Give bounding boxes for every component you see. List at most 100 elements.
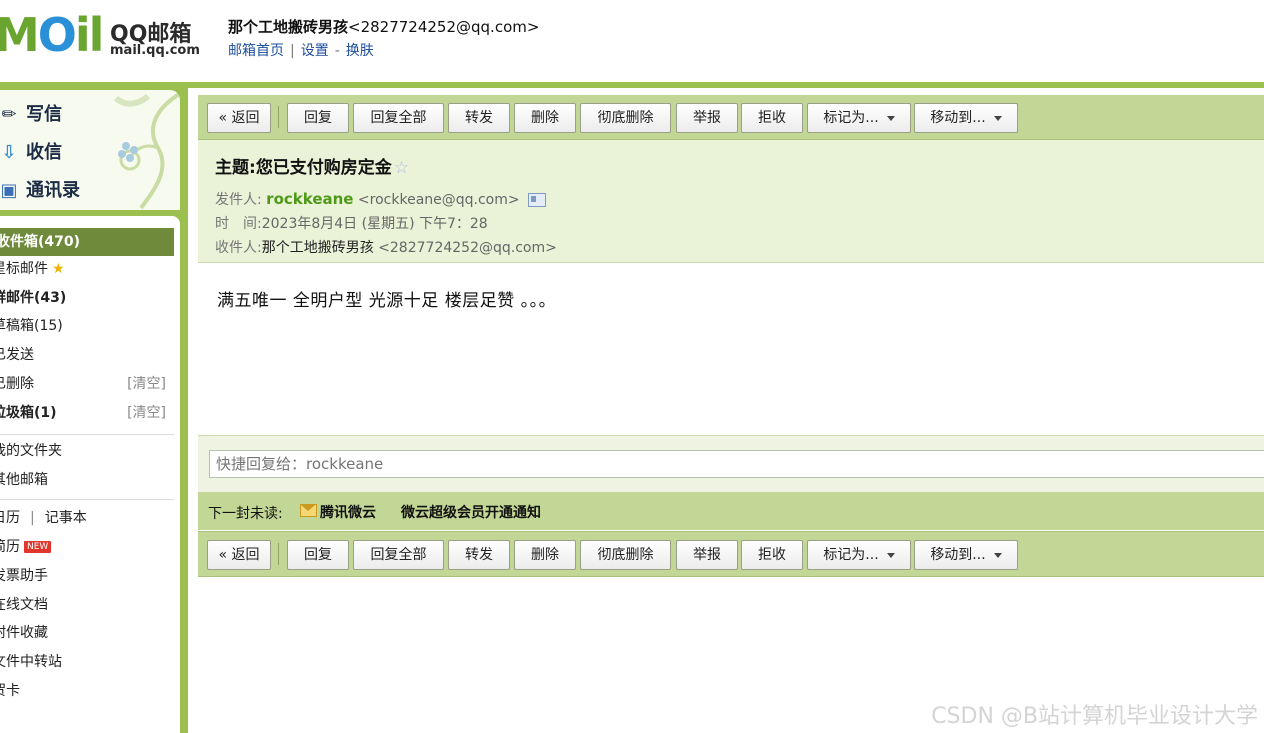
resume-link[interactable]: 简历 NEW (0, 534, 174, 560)
folder-label: 贺卡 (0, 683, 20, 699)
envelope-icon (300, 504, 317, 517)
reply-all-button[interactable]: 回复全部 (353, 103, 444, 133)
folder-label: 其他邮箱 (0, 472, 48, 488)
attachment-favorites-link[interactable]: 附件收藏 (0, 620, 174, 646)
mail-subject: 主题:您已支付购房定金 ☆ (215, 153, 409, 178)
contacts-button[interactable]: ▣ 通讯录 (0, 176, 80, 210)
new-badge: NEW (24, 541, 52, 553)
chevron-down-icon (886, 115, 895, 121)
contact-card-icon: ▣ (0, 180, 18, 201)
mark-as-label: 标记为... (823, 110, 879, 126)
move-to-dropdown[interactable]: 移动到... (914, 540, 1018, 570)
back-button[interactable]: « 返回 (207, 540, 271, 570)
delete-button[interactable]: 删除 (514, 103, 576, 133)
mark-as-dropdown[interactable]: 标记为... (807, 103, 911, 133)
sender-name[interactable]: rockkeane (266, 190, 353, 208)
move-to-label: 移动到... (930, 110, 986, 126)
notepad-link[interactable]: 记事本 (45, 510, 87, 526)
mail-toolbar-top: « 返回 回复 回复全部 转发 删除 彻底删除 举报 拒收 标记为... 移动到… (198, 95, 1264, 140)
empty-spam-link[interactable]: [清空] (127, 400, 166, 426)
file-transfer-link[interactable]: 文件中转站 (0, 649, 174, 675)
contact-card-icon[interactable] (527, 193, 546, 207)
folder-label: 附件收藏 (0, 625, 48, 641)
account-email: <2827724252@qq.com> (348, 18, 540, 36)
folder-drafts[interactable]: 草稿箱(15) (0, 313, 174, 339)
mail-body: 满五唯一 全明户型 光源十足 楼层足赞 。。。 (217, 291, 557, 311)
folder-label: 我的文件夹 (0, 443, 62, 459)
quick-reply-area (198, 435, 1264, 492)
star-icon: ★ (52, 261, 65, 277)
folder-sent[interactable]: 已发送 (0, 342, 174, 368)
recipient-email: <2827724252@qq.com> (378, 240, 557, 256)
folder-deleted[interactable]: 已删除 [清空] (0, 371, 174, 397)
link-separator: | (290, 43, 295, 59)
folder-inbox[interactable]: 收件箱(470) (0, 228, 174, 256)
mark-as-dropdown[interactable]: 标记为... (807, 540, 911, 570)
folder-my-folders[interactable]: 我的文件夹 (0, 438, 174, 464)
chevron-down-icon (993, 552, 1002, 558)
reject-button[interactable]: 拒收 (741, 540, 803, 570)
delete-permanently-button[interactable]: 彻底删除 (580, 540, 671, 570)
delete-button[interactable]: 删除 (514, 540, 576, 570)
write-mail-button[interactable]: ✏ 写信 (0, 100, 62, 134)
chevron-down-icon (993, 115, 1002, 121)
time-label: 时 间: (215, 216, 262, 232)
recipient-name: 那个工地搬砖男孩 (261, 240, 374, 256)
write-label: 写信 (26, 104, 62, 125)
forward-button[interactable]: 转发 (448, 540, 510, 570)
folder-label: 已删除 (0, 376, 34, 392)
star-icon[interactable]: ☆ (394, 158, 409, 178)
greeting-card-link[interactable]: 贺卡 (0, 678, 174, 704)
reply-all-button[interactable]: 回复全部 (353, 540, 444, 570)
folder-other-mailboxes[interactable]: 其他邮箱 (0, 467, 174, 493)
folder-group-mail[interactable]: 群邮件(43) (0, 285, 174, 311)
folder-label: 文件中转站 (0, 654, 62, 670)
sent-time: 2023年8月4日 (星期五) 下午7：28 (261, 216, 488, 232)
calendar-link[interactable]: 日历 (0, 510, 20, 526)
online-docs-link[interactable]: 在线文档 (0, 592, 174, 618)
next-unread-label: 下一封未读: (208, 506, 283, 522)
next-unread-subject[interactable]: 微云超级会员开通通知 (401, 502, 541, 522)
toolbar-separator (278, 543, 279, 565)
account-name: 那个工地搬砖男孩<2827724252@qq.com> (228, 16, 539, 37)
folder-label: 发票助手 (0, 568, 48, 584)
report-button[interactable]: 举报 (676, 540, 738, 570)
logo-domain: mail.qq.com (110, 43, 200, 58)
report-button[interactable]: 举报 (676, 103, 738, 133)
empty-deleted-link[interactable]: [清空] (127, 371, 166, 397)
next-unread-sender[interactable]: 腾讯微云 (320, 502, 376, 522)
calendar-notes-row: 日历 | 记事本 (0, 505, 174, 531)
folder-list: 收件箱(470) 星标邮件★ 群邮件(43) 草稿箱(15) 已发送 已删除 [清… (0, 216, 180, 733)
qq-mail-logo[interactable]: MOil QQ邮箱 mail.qq.com (0, 8, 204, 66)
reply-button[interactable]: 回复 (287, 540, 349, 570)
reply-button[interactable]: 回复 (287, 103, 349, 133)
mail-header: 主题:您已支付购房定金 ☆ 发件人: rockkeane <rockkeane@q… (198, 140, 1264, 263)
receive-label: 收信 (26, 142, 62, 163)
delete-permanently-button[interactable]: 彻底删除 (580, 103, 671, 133)
link-separator: - (334, 43, 340, 59)
forward-button[interactable]: 转发 (448, 103, 510, 133)
folder-starred[interactable]: 星标邮件★ (0, 256, 174, 282)
toolbar-separator (278, 106, 279, 128)
folder-label: 星标邮件 (0, 261, 48, 277)
sender-email: <rockkeane@qq.com> (357, 192, 520, 208)
reject-button[interactable]: 拒收 (741, 103, 803, 133)
mail-home-link[interactable]: 邮箱首页 (228, 43, 284, 59)
next-unread-bar: 下一封未读: 腾讯微云 微云超级会员开通通知 (198, 492, 1264, 530)
folder-divider (0, 499, 174, 500)
back-button[interactable]: « 返回 (207, 103, 271, 133)
move-to-label: 移动到... (930, 547, 986, 563)
move-to-dropdown[interactable]: 移动到... (914, 103, 1018, 133)
logo-mark: MOil (0, 8, 104, 62)
settings-link[interactable]: 设置 (301, 43, 329, 59)
top-links: 邮箱首页 | 设置 - 换肤 (228, 40, 374, 60)
contacts-label: 通讯录 (26, 180, 80, 201)
mark-as-label: 标记为... (823, 547, 879, 563)
from-label: 发件人: (215, 192, 262, 208)
invoice-assistant-link[interactable]: 发票助手 (0, 563, 174, 589)
change-skin-link[interactable]: 换肤 (346, 43, 374, 59)
folder-spam[interactable]: 垃圾箱(1) [清空] (0, 400, 174, 426)
folder-label: 草稿箱(15) (0, 318, 63, 334)
quick-reply-input[interactable] (209, 450, 1264, 478)
receive-mail-button[interactable]: ⇩ 收信 (0, 138, 62, 172)
